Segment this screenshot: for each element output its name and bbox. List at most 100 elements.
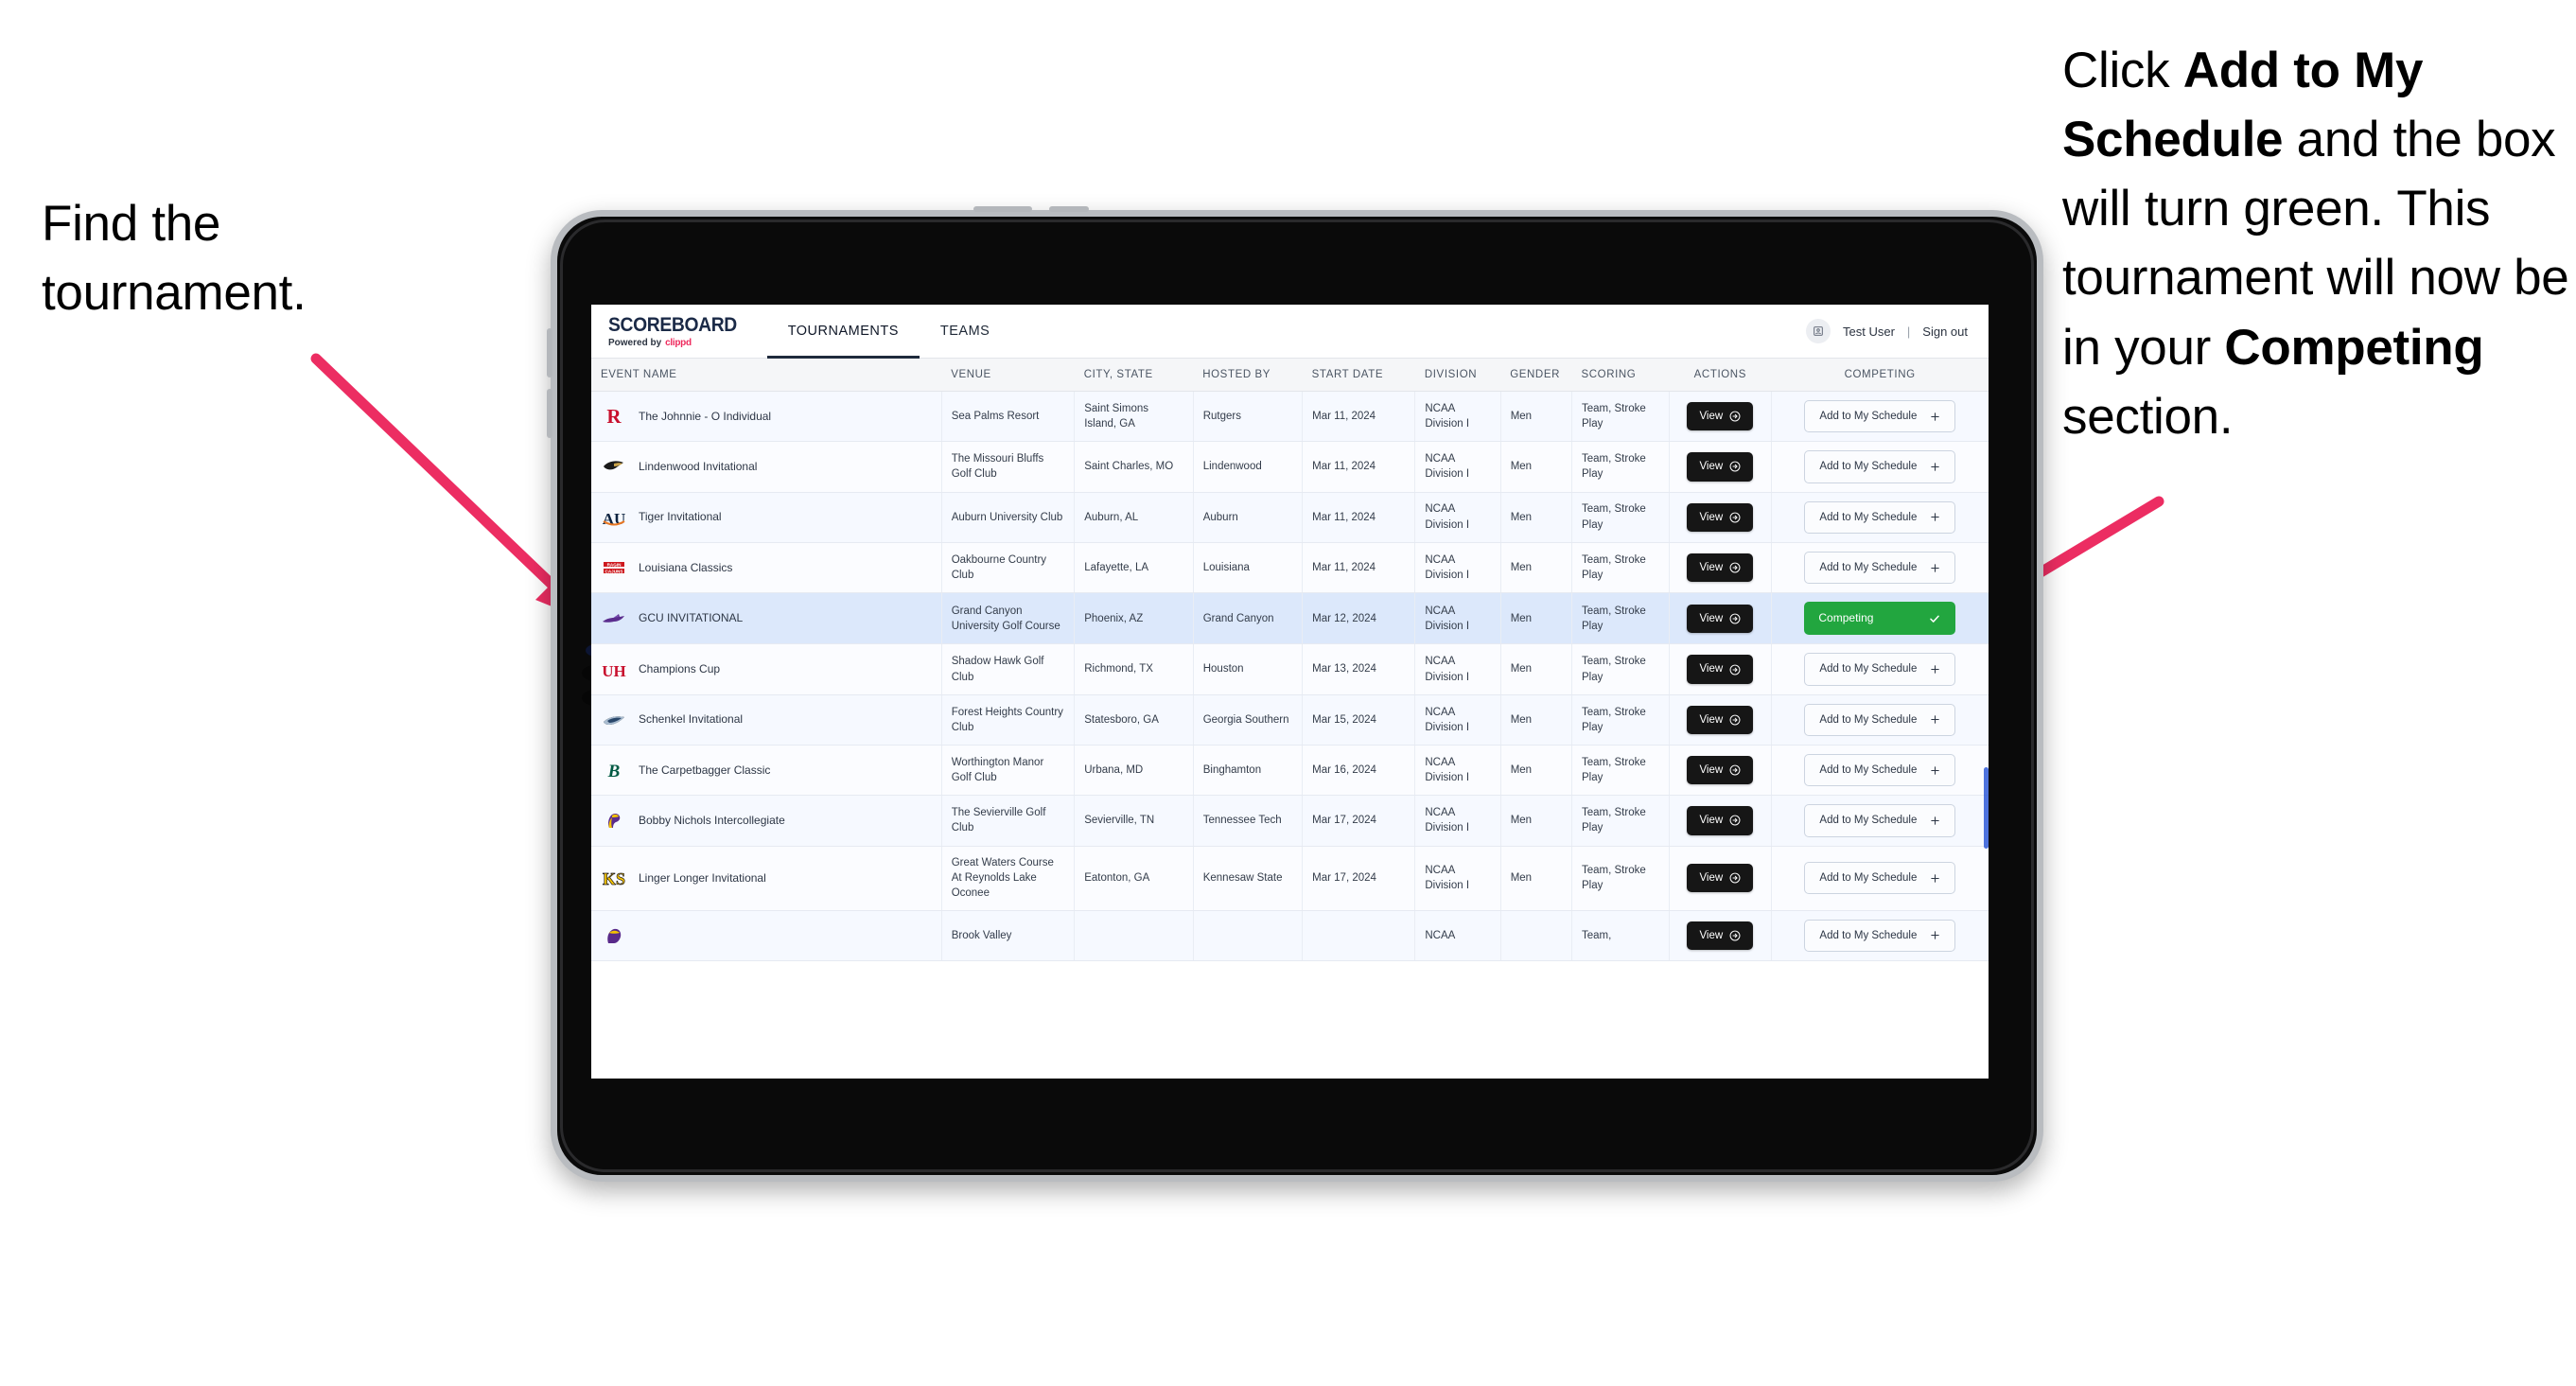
- add-to-my-schedule-button[interactable]: Add to My Schedule: [1804, 450, 1956, 483]
- cell-actions: View: [1669, 795, 1772, 847]
- app-top-navbar: SCOREBOARD Powered by clippd TOURNAMENTS…: [591, 305, 1989, 359]
- view-button[interactable]: View: [1687, 604, 1754, 633]
- user-name-label[interactable]: Test User: [1843, 325, 1895, 339]
- cell-city-state: Urbana, MD: [1074, 745, 1194, 797]
- view-button[interactable]: View: [1687, 452, 1754, 482]
- vertical-scrollbar[interactable]: [1984, 767, 1989, 849]
- add-to-my-schedule-button[interactable]: Add to My Schedule: [1804, 551, 1956, 585]
- column-header-start-date[interactable]: START DATE: [1302, 359, 1415, 392]
- table-row[interactable]: Brook Valley NCAA Team, View Add to My S…: [591, 910, 1989, 961]
- column-header-gender[interactable]: GENDER: [1500, 359, 1572, 392]
- table-row[interactable]: AU Tiger Invitational Auburn University …: [591, 492, 1989, 543]
- volume-down-button[interactable]: [547, 389, 552, 438]
- add-to-my-schedule-button[interactable]: Add to My Schedule: [1804, 804, 1956, 837]
- cell-event-name: Lindenwood Invitational: [591, 441, 942, 493]
- view-button[interactable]: View: [1687, 863, 1754, 893]
- cell-event-name: [591, 910, 942, 961]
- cell-scoring: Team, Stroke Play: [1571, 745, 1670, 797]
- cell-gender: Men: [1500, 846, 1572, 911]
- view-button[interactable]: View: [1687, 655, 1754, 684]
- view-button[interactable]: View: [1687, 502, 1754, 532]
- cell-hosted-by: [1193, 910, 1304, 961]
- add-to-my-schedule-button[interactable]: Add to My Schedule: [1804, 653, 1956, 686]
- cell-city-state: Lafayette, LA: [1074, 542, 1194, 594]
- event-name-label: Linger Longer Invitational: [639, 870, 766, 885]
- plus-icon: [1931, 931, 1940, 940]
- view-button[interactable]: View: [1687, 402, 1754, 431]
- column-header-scoring[interactable]: SCORING: [1571, 359, 1670, 392]
- tab-teams[interactable]: TEAMS: [920, 305, 1010, 358]
- cell-hosted-by: Binghamton: [1193, 745, 1304, 797]
- cell-scoring: Team, Stroke Play: [1571, 492, 1670, 543]
- cell-actions: View: [1669, 846, 1772, 911]
- view-button[interactable]: View: [1687, 756, 1754, 785]
- secondary-top-button[interactable]: [1049, 206, 1089, 212]
- table-row[interactable]: UH Champions Cup Shadow Hawk Golf Club R…: [591, 643, 1989, 695]
- table-row[interactable]: GCU INVITATIONAL Grand Canyon University…: [591, 592, 1989, 645]
- table-row[interactable]: Lindenwood Invitational The Missouri Blu…: [591, 441, 1989, 493]
- tab-tournaments[interactable]: TOURNAMENTS: [766, 305, 920, 359]
- cell-competing: Add to My Schedule: [1771, 643, 1989, 695]
- tab-teams-label: TEAMS: [939, 324, 990, 339]
- cell-venue: Auburn University Club: [941, 492, 1076, 543]
- cell-scoring: Team,: [1571, 910, 1670, 961]
- cell-actions: View: [1669, 643, 1772, 695]
- cell-hosted-by: Auburn: [1193, 492, 1304, 543]
- column-header-division[interactable]: DIVISION: [1414, 359, 1501, 392]
- cell-city-state: Auburn, AL: [1074, 492, 1194, 543]
- add-to-my-schedule-button[interactable]: Add to My Schedule: [1804, 400, 1956, 433]
- add-to-my-schedule-button[interactable]: Add to My Schedule: [1804, 500, 1956, 534]
- view-button[interactable]: View: [1687, 806, 1754, 835]
- volume-up-button[interactable]: [547, 328, 552, 377]
- cell-start-date: Mar 11, 2024: [1302, 542, 1416, 594]
- cell-hosted-by: Houston: [1193, 643, 1304, 695]
- cell-event-name: GCU INVITATIONAL: [591, 592, 942, 645]
- brand-logo[interactable]: SCOREBOARD Powered by clippd: [591, 305, 767, 358]
- view-button[interactable]: View: [1687, 553, 1754, 583]
- cell-hosted-by: Lindenwood: [1193, 441, 1304, 493]
- sign-out-link[interactable]: Sign out: [1922, 325, 1968, 339]
- cell-venue: Oakbourne Country Club: [941, 542, 1076, 594]
- arrow-right-circle-icon: [1729, 512, 1741, 523]
- view-button-label: View: [1699, 511, 1724, 523]
- tournaments-table-scroll-area[interactable]: EVENT NAME VENUE CITY, STATE HOSTED BY S…: [591, 359, 1989, 1079]
- table-row[interactable]: Bobby Nichols Intercollegiate The Sevier…: [591, 795, 1989, 847]
- event-name-label: Louisiana Classics: [639, 560, 733, 574]
- cell-city-state: Saint Simons Island, GA: [1074, 391, 1194, 443]
- lindenwood-lion-logo: [601, 455, 626, 479]
- louisiana-ragin-cajuns-logo: RAGIN CAJUNS: [601, 556, 626, 580]
- cell-division: NCAA Division I: [1414, 643, 1501, 695]
- cell-actions: View: [1669, 592, 1772, 645]
- column-header-actions[interactable]: ACTIONS: [1669, 359, 1772, 392]
- auburn-au-logo: AU: [601, 505, 626, 529]
- table-row[interactable]: RAGIN CAJUNS Louisiana Classics Oakbourn…: [591, 542, 1989, 594]
- arrow-right-circle-icon: [1729, 664, 1741, 675]
- view-button-label: View: [1699, 713, 1724, 726]
- user-badge-icon[interactable]: [1806, 319, 1831, 343]
- table-row[interactable]: R The Johnnie - O Individual Sea Palms R…: [591, 391, 1989, 443]
- add-to-my-schedule-label: Add to My Schedule: [1819, 815, 1918, 827]
- table-row[interactable]: Schenkel Invitational Forest Heights Cou…: [591, 694, 1989, 746]
- add-to-my-schedule-button[interactable]: Add to My Schedule: [1804, 754, 1956, 787]
- add-to-my-schedule-label: Add to My Schedule: [1819, 511, 1918, 523]
- competing-button[interactable]: Competing: [1804, 602, 1956, 636]
- table-row[interactable]: B The Carpetbagger Classic Worthington M…: [591, 745, 1989, 797]
- add-to-my-schedule-button[interactable]: Add to My Schedule: [1804, 919, 1956, 952]
- column-header-event-name[interactable]: EVENT NAME: [591, 359, 942, 392]
- table-row[interactable]: KS Linger Longer Invitational Great Wate…: [591, 846, 1989, 911]
- cell-scoring: Team, Stroke Play: [1571, 694, 1670, 746]
- column-header-city-state[interactable]: CITY, STATE: [1074, 359, 1194, 392]
- column-header-hosted-by[interactable]: HOSTED BY: [1193, 359, 1303, 392]
- view-button[interactable]: View: [1687, 705, 1754, 734]
- add-to-my-schedule-button[interactable]: Add to My Schedule: [1804, 703, 1956, 736]
- plus-icon: [1931, 513, 1940, 522]
- power-button[interactable]: [973, 206, 1032, 212]
- cell-actions: View: [1669, 441, 1772, 493]
- column-header-competing[interactable]: COMPETING: [1771, 359, 1989, 392]
- view-button[interactable]: View: [1687, 921, 1754, 950]
- add-to-my-schedule-button[interactable]: Add to My Schedule: [1804, 861, 1956, 895]
- cell-event-name: R The Johnnie - O Individual: [591, 391, 942, 443]
- column-header-venue[interactable]: VENUE: [941, 359, 1075, 392]
- arrow-right-circle-icon: [1729, 816, 1741, 826]
- georgia-southern-eagle-logo: [601, 708, 626, 731]
